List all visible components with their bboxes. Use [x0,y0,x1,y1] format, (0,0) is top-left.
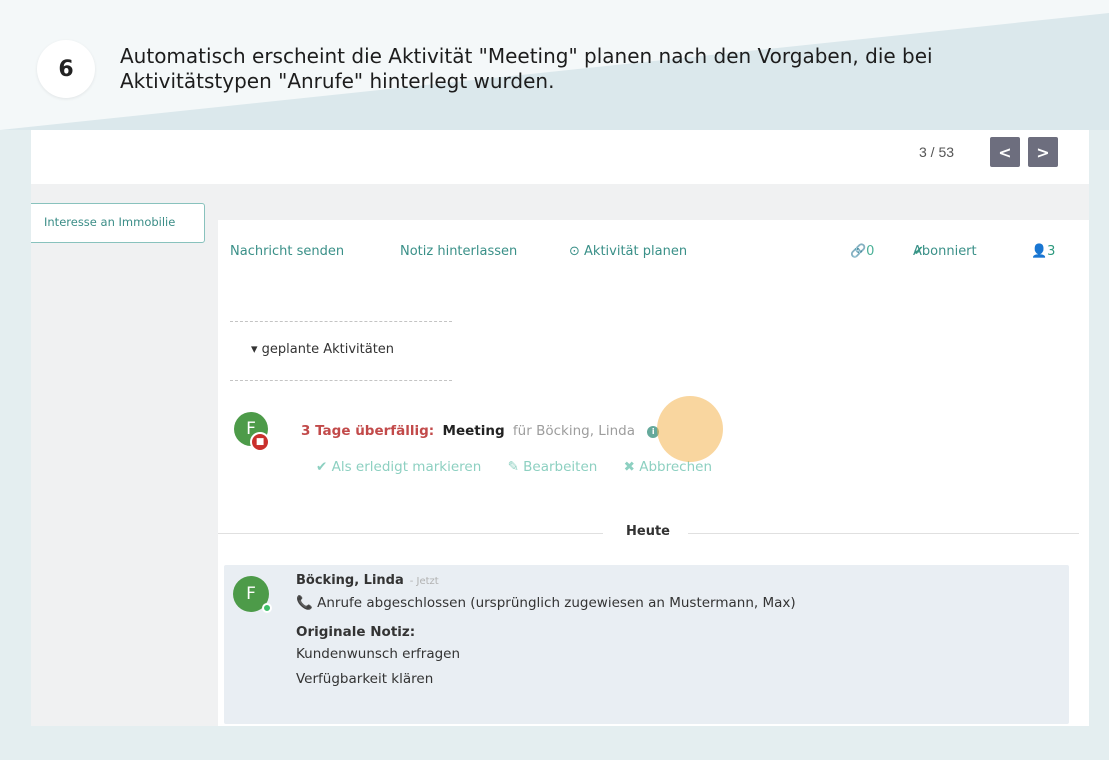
step-description: Automatisch erscheint die Aktivität "Mee… [120,44,933,93]
divider [218,533,603,534]
record-topbar: 3 / 53 < > [31,130,1089,184]
message-time: - Jetzt [409,576,439,587]
pager-counter: 3 / 53 [919,144,955,160]
activity-type: Meeting [442,423,505,439]
mark-done-link[interactable]: ✔ Als erledigt markieren [316,459,481,475]
followers-button[interactable]: 👤3 [1031,244,1055,259]
author-name: Böcking, Linda [296,573,404,588]
divider [230,321,452,322]
message-body-line: 📞 Anrufe abgeschlossen (ursprünglich zug… [296,595,796,611]
divider [230,380,452,381]
chevron-left-icon: < [998,142,1012,162]
chevron-right-icon: > [1036,142,1050,162]
pager-next-button[interactable]: > [1028,137,1058,167]
activity-actions: ✔ Als erledigt markieren ✎ Bearbeiten ✖ … [316,459,734,475]
edit-link[interactable]: ✎ Bearbeiten [508,459,598,475]
activity-type-icon: ■ [250,432,270,452]
cancel-link[interactable]: ✖ Abbrechen [624,459,712,475]
activity-summary: 3 Tage überfällig: Meeting für Böcking, … [301,423,660,439]
message-body-line: Verfügbarkeit klären [296,671,434,687]
click-highlight [657,396,723,462]
divider [688,533,1079,534]
log-note-link[interactable]: Notiz hinterlassen [400,244,517,259]
activity-assignee: für Böcking, Linda [512,423,635,439]
send-message-link[interactable]: Nachricht senden [230,244,344,259]
message-card: F Böcking, Linda - Jetzt 📞 Anrufe abgesch… [224,565,1069,724]
online-status-dot [262,603,272,613]
attachments-button[interactable]: 🔗0 [850,244,874,259]
message-author: Böcking, Linda - Jetzt [296,573,439,588]
overdue-status: 3 Tage überfällig: [301,423,435,439]
today-separator-label: Heute [626,524,670,539]
chatter-panel: Nachricht senden Notiz hinterlassen ⊙ Ak… [218,220,1089,726]
planned-activities-toggle[interactable]: ▾ geplante Aktivitäten [251,342,394,357]
app-screenshot: 3 / 53 < > Interesse an Immobilie Nachri… [31,130,1089,726]
chatter-toolbar: Nachricht senden Notiz hinterlassen ⊙ Ak… [230,244,1070,264]
message-body-line: Kundenwunsch erfragen [296,646,461,662]
subscribed-label: Abonniert [913,244,977,259]
info-icon[interactable]: i [647,426,660,438]
message-body-heading: Originale Notiz: [296,624,416,640]
step-number-badge: 6 [37,40,95,98]
schedule-activity-link[interactable]: ⊙ Aktivität planen [569,244,687,259]
pager-previous-button[interactable]: < [990,137,1020,167]
interest-tag-button[interactable]: Interesse an Immobilie [31,203,205,243]
